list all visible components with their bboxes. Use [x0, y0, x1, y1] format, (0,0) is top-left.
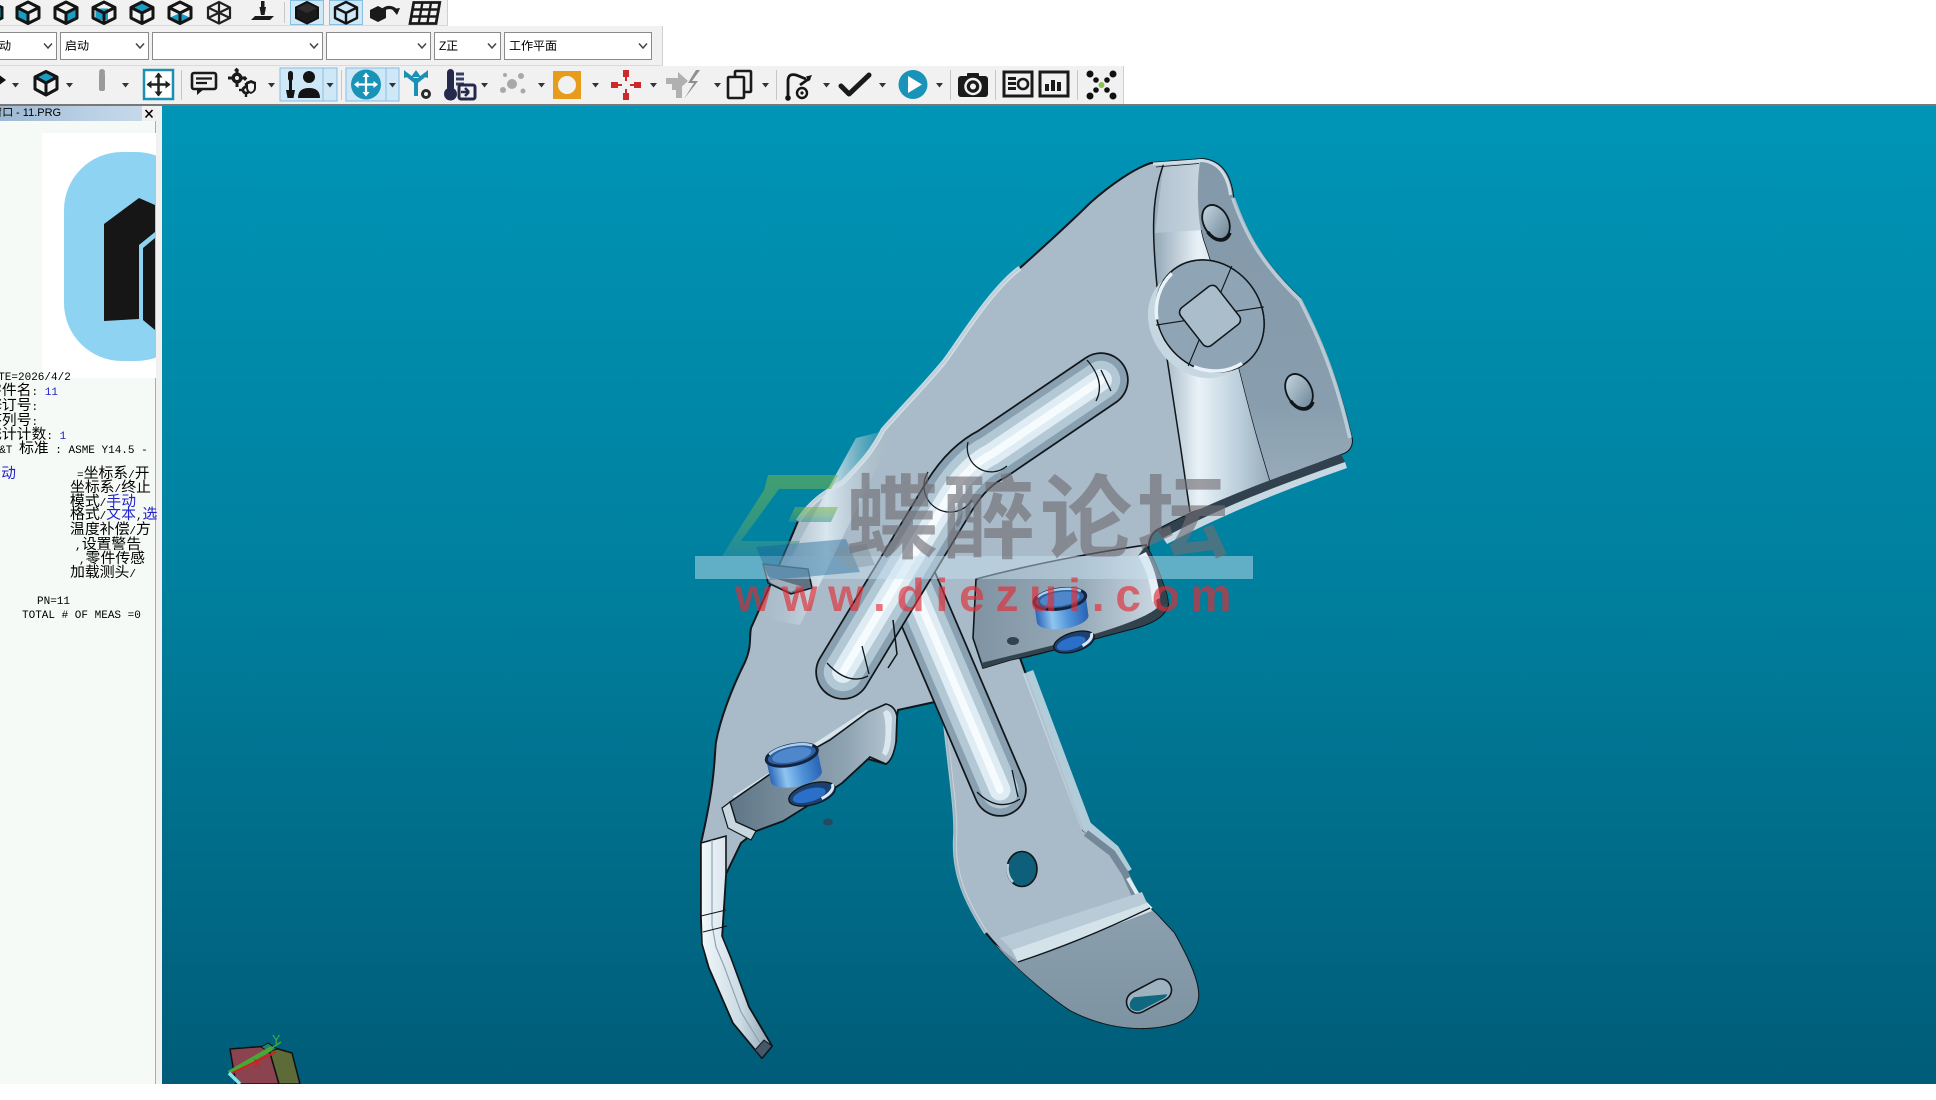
- svg-text:蝶醉论坛: 蝶醉论坛: [846, 445, 1234, 578]
- svg-text:X: X: [253, 1057, 262, 1073]
- svg-text:Y: Y: [272, 1033, 281, 1049]
- svg-text:www.diezui.com: www.diezui.com: [734, 569, 1242, 621]
